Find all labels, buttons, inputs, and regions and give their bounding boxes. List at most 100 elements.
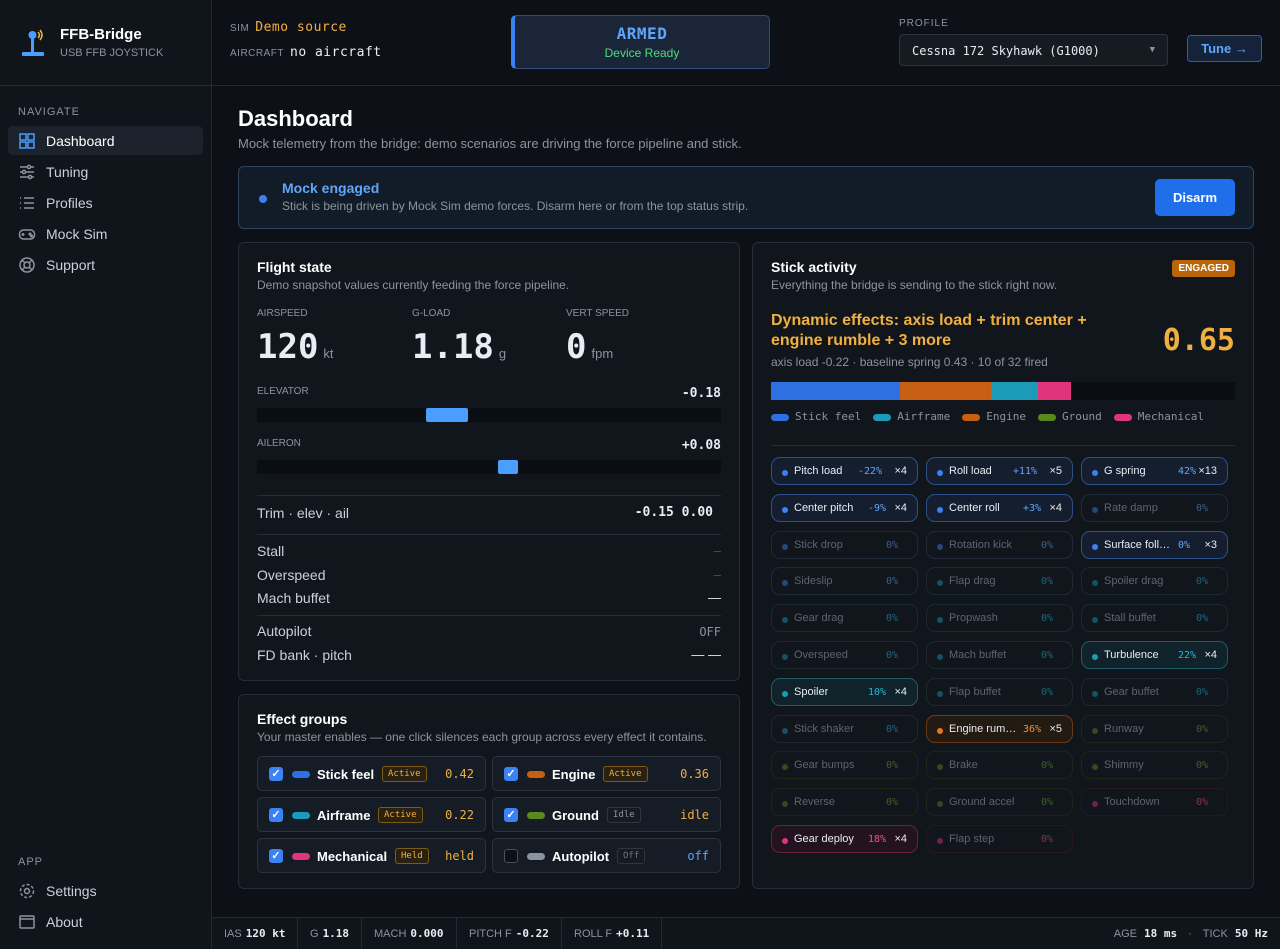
group-checkbox[interactable]: ✓	[269, 808, 283, 822]
group-checkbox[interactable]: ✓	[504, 767, 518, 781]
effect-chip-propwash[interactable]: Propwash 0%	[926, 604, 1073, 633]
chip-name: Reverse	[794, 796, 835, 809]
effect-chip-rate-damp[interactable]: Rate damp 0%	[1081, 493, 1228, 522]
effect-chip-gear-deploy[interactable]: Gear deploy 18% ×4	[771, 825, 918, 853]
effect-group-ground[interactable]: ✓ Ground Idle idle	[492, 797, 721, 832]
effect-chip-runway[interactable]: Runway 0%	[1081, 714, 1228, 743]
effect-chip-rotation-kick[interactable]: Rotation kick 0%	[926, 530, 1073, 559]
effect-chip-spoiler-drag[interactable]: Spoiler drag 0%	[1081, 567, 1228, 596]
chip-name: Stick shaker	[794, 722, 854, 735]
chip-count: ×4	[894, 465, 907, 477]
status-badge: Off	[617, 848, 646, 864]
status-dot-icon	[259, 195, 267, 203]
effect-chip-gear-buffet[interactable]: Gear buffet 0%	[1081, 677, 1228, 706]
legend-label: Engine	[986, 410, 1026, 423]
effect-chip-brake[interactable]: Brake 0%	[926, 751, 1073, 780]
legend-label: Mechanical	[1137, 410, 1204, 423]
nav-item-dashboard[interactable]: Dashboard	[8, 126, 203, 155]
effect-group-autopilot[interactable]: Autopilot Off off	[492, 838, 721, 873]
effect-chip-gear-bumps[interactable]: Gear bumps 0%	[771, 751, 918, 780]
nav-item-profiles[interactable]: Profiles	[8, 188, 203, 217]
effect-chip-gear-drag[interactable]: Gear drag 0%	[771, 604, 918, 633]
effect-chip-touchdown[interactable]: Touchdown 0%	[1081, 788, 1228, 817]
seg-value: 120 kt	[245, 927, 286, 940]
effect-chip-flap-drag[interactable]: Flap drag 0%	[926, 567, 1073, 596]
chip-percent: 22%	[1178, 650, 1197, 661]
chip-dot	[782, 506, 788, 513]
tune-button[interactable]: Tune →	[1187, 35, 1262, 62]
group-value: 0.22	[445, 808, 474, 822]
elevator-thumb	[426, 408, 469, 422]
dynamic-effects-title: Dynamic effects: axis load + trim center…	[771, 312, 1087, 349]
nav-item-label: Profiles	[46, 194, 93, 211]
armed-status[interactable]: ARMED Device Ready	[511, 15, 770, 69]
effect-group-mechanical[interactable]: ✓ Mechanical Held held	[257, 838, 486, 873]
group-checkbox[interactable]: ✓	[504, 808, 518, 822]
group-checkbox[interactable]: ✓	[269, 767, 283, 781]
effect-chip-roll-load[interactable]: Roll load +11% ×5	[926, 457, 1073, 485]
effect-chip-sideslip[interactable]: Sideslip 0%	[771, 567, 918, 596]
effect-chip-stick-shaker[interactable]: Stick shaker 0%	[771, 714, 918, 743]
legend-item: Engine	[962, 410, 1026, 423]
nav-item-label: Support	[46, 256, 96, 273]
effect-group-airframe[interactable]: ✓ Airframe Active 0.22	[257, 797, 486, 832]
elevator-track	[257, 408, 721, 422]
chip-dot	[1092, 727, 1098, 734]
profile-select[interactable]: Cessna 172 Skyhawk (G1000) ▼	[899, 34, 1168, 66]
autopilot-label: Autopilot	[257, 623, 312, 639]
effect-chip-spoiler[interactable]: Spoiler 10% ×4	[771, 677, 918, 706]
chip-name: Center pitch	[794, 501, 854, 514]
nav-item-mock-sim[interactable]: Mock Sim	[8, 219, 203, 248]
effect-chip-pitch-load[interactable]: Pitch load -22% ×4	[771, 457, 918, 485]
effect-chip-reverse[interactable]: Reverse 0%	[771, 788, 918, 817]
seg-label: PITCH F	[469, 928, 512, 940]
chip-percent: 0%	[886, 539, 899, 551]
nav-item-about[interactable]: About	[8, 907, 203, 936]
group-swatch	[292, 853, 310, 860]
sim-source: SIM Demo source	[230, 20, 347, 35]
card-title: Effect groups	[257, 711, 348, 727]
group-swatch	[527, 853, 545, 860]
effect-chip-center-roll[interactable]: Center roll +3% ×4	[926, 493, 1073, 522]
effect-chip-stall-buffet[interactable]: Stall buffet 0%	[1081, 604, 1228, 633]
chip-dot	[937, 654, 943, 660]
group-checkbox[interactable]	[504, 849, 518, 863]
nav-item-tuning[interactable]: Tuning	[8, 157, 203, 186]
chip-percent: 0%	[1196, 760, 1209, 772]
chip-dot	[782, 580, 788, 587]
nav-item-settings[interactable]: Settings	[8, 876, 203, 905]
effect-chip-ground-accel[interactable]: Ground accel 0%	[926, 788, 1073, 817]
stack-segment-airframe	[991, 382, 1038, 400]
gload-value: 1.18 g	[412, 327, 507, 367]
aileron-thumb	[497, 460, 518, 474]
effect-chip-turbulence[interactable]: Turbulence 22% ×4	[1081, 641, 1228, 669]
effect-chip-flap-step[interactable]: Flap step 0%	[926, 825, 1073, 853]
effect-chip-center-pitch[interactable]: Center pitch -9% ×4	[771, 493, 918, 522]
nav-item-support[interactable]: Support	[8, 250, 203, 279]
mock-banner: Mock engaged Stick is being driven by Mo…	[238, 166, 1254, 229]
chip-name: Stall buffet	[1104, 612, 1156, 625]
effect-chip-mach-buffet[interactable]: Mach buffet 0%	[926, 641, 1073, 669]
chip-dot	[1092, 801, 1098, 808]
group-swatch	[292, 771, 310, 778]
nav-heading: NAVIGATE	[18, 106, 80, 118]
effect-chip-shimmy[interactable]: Shimmy 0%	[1081, 751, 1228, 780]
engaged-badge: ENGAGED	[1172, 260, 1235, 277]
chip-dot	[937, 617, 943, 624]
aircraft-value: no aircraft	[290, 45, 382, 60]
chip-name: Gear buffet	[1104, 685, 1159, 698]
effect-chip-flap-buffet[interactable]: Flap buffet 0%	[926, 677, 1073, 706]
chip-dot	[1092, 580, 1098, 587]
profile-label: PROFILE	[899, 18, 949, 29]
effect-chip-overspeed[interactable]: Overspeed 0%	[771, 641, 918, 669]
effect-group-stick-feel[interactable]: ✓ Stick feel Active 0.42	[257, 756, 486, 791]
chip-percent: 0%	[1196, 723, 1209, 735]
legend-label: Airframe	[897, 410, 951, 423]
effect-chip-g-spring[interactable]: G spring 42% ×13	[1081, 457, 1228, 485]
group-checkbox[interactable]: ✓	[269, 849, 283, 863]
effect-chip-surface-following[interactable]: Surface following 0% ×3	[1081, 530, 1228, 559]
effect-chip-stick-drop[interactable]: Stick drop 0%	[771, 530, 918, 559]
effect-chip-engine-rumble[interactable]: Engine rumble 36% ×5	[926, 714, 1073, 743]
disarm-button[interactable]: Disarm	[1155, 179, 1235, 216]
effect-group-engine[interactable]: ✓ Engine Active 0.36	[492, 756, 721, 791]
